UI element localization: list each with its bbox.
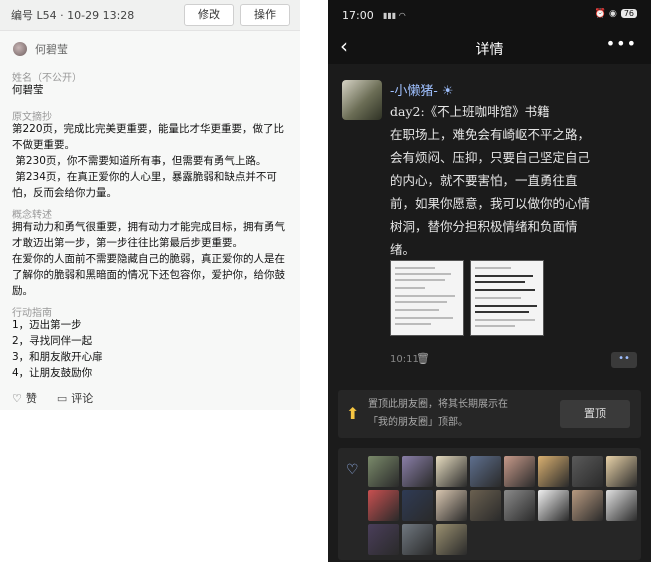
liker-avatar[interactable] <box>538 456 569 487</box>
author-avatar[interactable] <box>13 42 27 56</box>
note-card: 编号 L54 · 10-29 13:28 修改 操作 何碧莹 姓名（不公开） 何… <box>0 0 300 410</box>
liker-avatar[interactable] <box>606 490 637 521</box>
post-image-1[interactable] <box>390 260 464 336</box>
battery-icon: 76 <box>620 9 637 18</box>
like-button[interactable]: ♡ 赞 <box>12 390 37 406</box>
liker-avatar[interactable] <box>504 490 535 521</box>
note-footer: ♡ 赞 ▭ 评论 <box>12 390 93 406</box>
liker-avatar[interactable] <box>436 490 467 521</box>
trash-icon[interactable]: 🗑 <box>416 352 430 365</box>
signal-wifi-icons: ▮▮▮ ◠ <box>383 11 406 20</box>
status-right: ⏰ ◉ 76 <box>595 9 637 19</box>
name-value: 何碧莹 <box>12 84 44 96</box>
likes-panel: ♡ <box>338 448 641 560</box>
liker-avatar[interactable] <box>402 524 433 555</box>
liker-avatar[interactable] <box>436 456 467 487</box>
like-label: 赞 <box>25 392 37 405</box>
excerpt-text: 第220页，完成比完美更重要，能量比才华更重要，做了比不做更重要。 第230页，… <box>12 123 285 199</box>
heart-outline-icon: ♡ <box>12 392 22 405</box>
action-text: 1，迈出第一步 2，寻找同伴一起 3，和朋友敞开心扉 4，让朋友鼓励你 <box>12 319 103 379</box>
moments-detail-screen: 17:00 ▮▮▮ ◠ ⏰ ◉ 76 ‹ 详情 ••• -小懒猪- ☀ day2:… <box>328 0 651 562</box>
liker-avatar[interactable] <box>504 456 535 487</box>
author-name: 何碧莹 <box>35 43 68 56</box>
pin-up-arrow-icon: ⬆ <box>346 404 360 423</box>
liker-avatar[interactable] <box>572 490 603 521</box>
concept-text: 拥有动力和勇气很重要，拥有动力才能完成目标，拥有勇气才敢迈出第一步，第一步往往比… <box>12 221 285 297</box>
pin-banner: ⬆ 置顶此朋友圈，将其长期展示在 「我的朋友圈」顶部。 置顶 <box>338 390 641 438</box>
alarm-icon: ⏰ ◉ <box>594 9 617 19</box>
comment-button[interactable]: ▭ 评论 <box>57 390 93 406</box>
liker-avatar[interactable] <box>368 456 399 487</box>
status-bar: 17:00 ▮▮▮ ◠ ⏰ ◉ 76 <box>328 0 651 30</box>
pin-button[interactable]: 置顶 <box>560 400 630 428</box>
status-time: 17:00 <box>342 9 374 22</box>
post-image-2[interactable] <box>470 260 544 336</box>
post-text: day2:《不上班咖啡馆》书籍 在职场上，难免会有崎岖不平之路， 会有烦闷、压抑… <box>390 104 591 257</box>
liker-avatar[interactable] <box>606 456 637 487</box>
nav-title: 详情 <box>475 42 504 58</box>
note-header: 编号 L54 · 10-29 13:28 修改 操作 <box>0 0 300 31</box>
liker-avatar[interactable] <box>538 490 569 521</box>
pin-text: 置顶此朋友圈，将其长期展示在 「我的朋友圈」顶部。 <box>368 399 508 428</box>
liker-avatar[interactable] <box>436 524 467 555</box>
poster-name[interactable]: -小懒猪- ☀ <box>390 80 454 99</box>
nav-bar: ‹ 详情 ••• <box>328 30 651 64</box>
note-code: 编号 L54 · 10-29 13:28 <box>11 9 135 22</box>
operations-button[interactable]: 操作 <box>240 4 290 26</box>
poster-avatar[interactable] <box>342 80 382 120</box>
liker-avatar[interactable] <box>368 490 399 521</box>
liker-avatar[interactable] <box>470 490 501 521</box>
comment-icon: ▭ <box>56 392 68 405</box>
more-icon[interactable]: ••• <box>606 34 637 53</box>
comment-label: 评论 <box>71 392 94 405</box>
liker-avatar[interactable] <box>572 456 603 487</box>
liker-avatar[interactable] <box>368 524 399 555</box>
liker-avatar[interactable] <box>402 490 433 521</box>
comment-dots-button[interactable]: •• <box>611 352 637 368</box>
liker-avatar[interactable] <box>470 456 501 487</box>
liker-avatar[interactable] <box>402 456 433 487</box>
post-time: 10:11 <box>390 354 419 365</box>
heart-outline-icon: ♡ <box>346 462 359 478</box>
edit-button[interactable]: 修改 <box>184 4 234 26</box>
author: 何碧莹 <box>13 41 68 57</box>
